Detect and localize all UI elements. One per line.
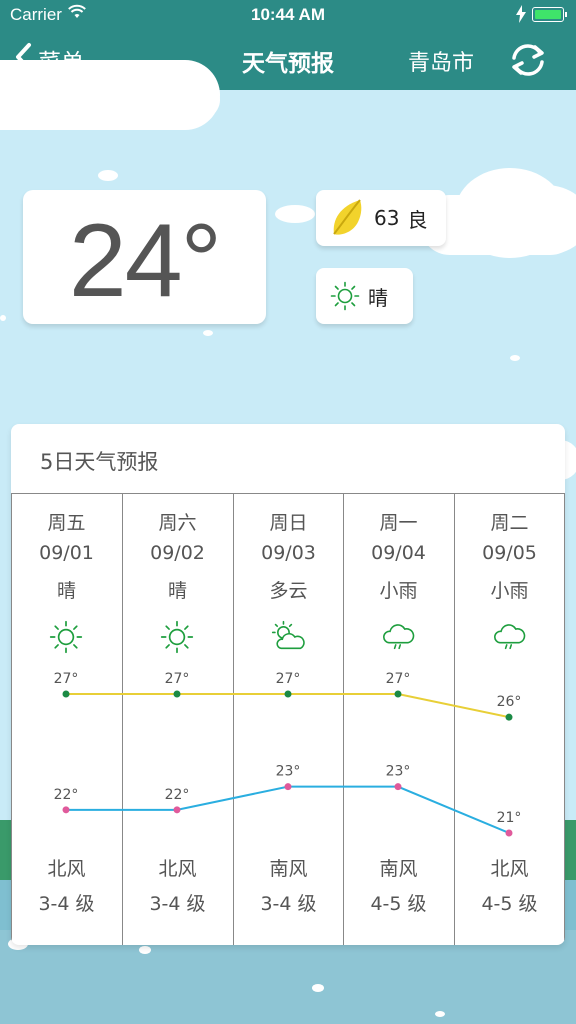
data-point (62, 806, 70, 814)
condition-chip: 晴 (316, 268, 413, 324)
data-label: 27° (386, 671, 411, 687)
series-line-0 (66, 693, 510, 719)
city-selector[interactable]: 青岛市 (408, 45, 474, 77)
data-label: 27° (165, 671, 190, 687)
data-label: 22° (165, 787, 190, 803)
forecast-title: 5日天气预报 (40, 450, 159, 474)
data-point (284, 690, 292, 698)
data-label: 23° (276, 764, 301, 780)
data-label: 26° (497, 694, 522, 710)
aqi-value: 63 (374, 206, 400, 230)
data-point (394, 783, 402, 791)
data-point (62, 690, 70, 698)
status-bar: Carrier 10:44 AM (0, 0, 576, 30)
temperature-line-chart: 27° 27° 27° 27° 26° 22° 22° 23° 23° 21° (54, 671, 522, 837)
current-temperature-card: 24° (23, 190, 266, 324)
data-point (505, 829, 513, 837)
leaf-icon (333, 199, 362, 235)
series-line-1 (66, 785, 510, 834)
refresh-button[interactable] (506, 38, 550, 82)
status-time: 10:44 AM (250, 5, 325, 24)
data-point (505, 713, 513, 721)
data-label: 21° (497, 810, 522, 826)
forecast-card: 5日天气预报 周五 09/01 晴北风 3-4 级周六 09/02 晴北风 3-4 级周日 0… (11, 424, 565, 945)
refresh-icon (512, 44, 544, 76)
current-condition: 晴 (368, 285, 388, 310)
data-label: 22° (54, 787, 79, 803)
data-point (394, 690, 402, 698)
current-temperature: 24° (68, 203, 222, 319)
charging-icon (516, 5, 526, 28)
data-label: 27° (276, 671, 301, 687)
data-point (284, 783, 292, 791)
aqi-chip: 63 良 (316, 190, 446, 246)
data-point (173, 690, 181, 698)
data-point (173, 806, 181, 814)
data-label: 27° (54, 671, 79, 687)
sun-icon (330, 281, 360, 311)
data-label: 23° (386, 764, 411, 780)
battery-icon (532, 7, 567, 22)
aqi-level: 良 (407, 207, 428, 232)
